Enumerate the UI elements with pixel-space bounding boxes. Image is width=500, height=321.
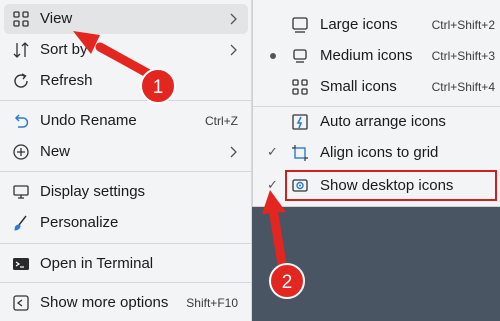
- menu-divider: [0, 100, 252, 101]
- menu-item-label: Show more options: [40, 294, 169, 311]
- submenu-item-label: Auto arrange icons: [320, 113, 446, 130]
- submenu-item-medium-icons[interactable]: Medium icons Ctrl+Shift+3: [257, 41, 497, 71]
- sort-icon: [13, 42, 29, 58]
- submenu-item-label: Large icons: [320, 16, 398, 33]
- chevron-right-icon: [230, 13, 237, 25]
- menu-item-label: Display settings: [40, 183, 146, 200]
- chevron-right-icon: [230, 44, 237, 56]
- menu-item-label: Personalize: [40, 214, 119, 231]
- submenu-item-auto-arrange[interactable]: Auto arrange icons: [257, 107, 497, 137]
- add-circle-icon: [13, 144, 29, 160]
- menu-item-view[interactable]: View: [4, 4, 248, 34]
- badge-2-label: 2: [282, 272, 293, 293]
- submenu-item-label: Small icons: [320, 78, 397, 95]
- menu-item-label: Undo Rename: [40, 112, 137, 129]
- menu-item-label: Sort by: [40, 41, 88, 58]
- chevron-right-icon: [230, 146, 237, 158]
- menu-item-display-settings[interactable]: Display settings: [4, 177, 248, 207]
- checkmark-icon: ✓: [267, 177, 278, 192]
- shortcut-label: Ctrl+Z: [205, 114, 238, 128]
- menu-item-sort-by[interactable]: Sort by: [4, 35, 248, 65]
- menu-item-open-in-terminal[interactable]: Open in Terminal: [4, 249, 248, 279]
- menu-item-undo-rename[interactable]: Undo Rename Ctrl+Z: [4, 106, 248, 136]
- submenu-item-small-icons[interactable]: Small icons Ctrl+Shift+4: [257, 72, 497, 102]
- small-icons-icon: [292, 79, 308, 95]
- badge-2: 2: [269, 263, 305, 299]
- menu-item-label: New: [40, 143, 71, 160]
- submenu-item-label: Medium icons: [320, 47, 413, 64]
- desktop-context-menu-screenshot: View Sort by Refresh Undo Rename Ctrl+Z …: [0, 0, 500, 321]
- shortcut-label: Ctrl+Shift+3: [431, 49, 495, 63]
- menu-item-show-more-options[interactable]: Show more options Shift+F10: [4, 288, 248, 318]
- brush-icon: [14, 215, 27, 231]
- desktop-context-menu: View Sort by Refresh Undo Rename Ctrl+Z …: [0, 0, 252, 321]
- more-options-icon: [13, 295, 29, 311]
- medium-icons-icon: [293, 49, 307, 63]
- submenu-item-large-icons[interactable]: Large icons Ctrl+Shift+2: [257, 10, 497, 40]
- submenu-item-align-to-grid[interactable]: ✓ Align icons to grid: [257, 138, 497, 168]
- menu-divider: [0, 243, 252, 244]
- shortcut-label: Ctrl+Shift+2: [431, 18, 495, 32]
- auto-arrange-icon: [292, 114, 308, 130]
- align-grid-icon: [292, 145, 308, 161]
- menu-divider: [0, 171, 252, 172]
- large-icons-icon: [292, 17, 308, 33]
- highlight-box: [285, 170, 497, 201]
- submenu-item-label: Align icons to grid: [320, 144, 439, 161]
- menu-item-label: View: [40, 10, 73, 27]
- shortcut-label: Shift+F10: [186, 296, 238, 310]
- grid-view-icon: [13, 11, 29, 27]
- menu-divider: [0, 282, 252, 283]
- shortcut-label: Ctrl+Shift+4: [431, 80, 495, 94]
- checkmark-icon: ✓: [267, 144, 278, 159]
- refresh-icon: [14, 73, 28, 88]
- menu-item-new[interactable]: New: [4, 137, 248, 167]
- display-icon: [13, 185, 29, 199]
- terminal-icon: [13, 258, 29, 270]
- menu-item-label: Open in Terminal: [40, 255, 154, 272]
- undo-icon: [14, 114, 29, 128]
- selected-bullet-icon: [270, 53, 276, 59]
- menu-item-personalize[interactable]: Personalize: [4, 208, 248, 238]
- menu-item-refresh[interactable]: Refresh: [4, 66, 248, 96]
- menu-item-label: Refresh: [40, 72, 93, 89]
